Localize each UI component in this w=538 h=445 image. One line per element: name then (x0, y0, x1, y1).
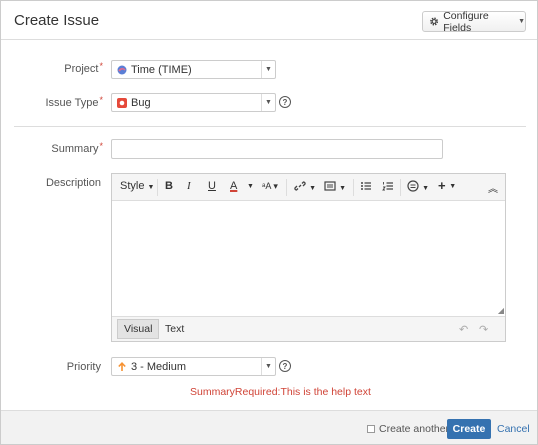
dialog-footer: Create another Create Cancel (1, 410, 537, 444)
chevron-down-icon[interactable]: ▼ (261, 94, 275, 111)
link-icon[interactable]: ▼ (294, 180, 316, 195)
redo-icon[interactable]: ↷ (479, 323, 488, 336)
chevron-down-icon[interactable]: ▼ (261, 61, 275, 78)
tab-visual[interactable]: Visual (117, 319, 160, 339)
priority-select-value: 3 - Medium (131, 360, 187, 373)
bold-button[interactable]: B (165, 180, 173, 192)
priority-select[interactable]: 3 - Medium ▼ (111, 357, 276, 376)
underline-button[interactable]: U (208, 180, 216, 192)
issue-type-select-value: Bug (131, 96, 151, 109)
priority-label: Priority (66, 361, 101, 373)
create-another-label: Create another (379, 423, 450, 435)
arrow-up-icon (118, 361, 126, 371)
project-label-text: Project (64, 63, 99, 75)
dialog-header: Create Issue Configure Fields ▼ (1, 1, 537, 40)
issue-type-label: Issue Type* (21, 95, 103, 109)
editor-toolbar: Style ▼ B I U A ▼ ᵃA ▾ ▼ ▼ ▼ + ▼ ︽ (112, 174, 505, 201)
issue-type-select[interactable]: Bug ▼ (111, 93, 276, 112)
bug-icon (117, 97, 127, 108)
project-label: Project* (21, 61, 103, 75)
configure-fields-label: Configure Fields (443, 9, 489, 34)
resize-handle-icon[interactable]: ◢ (498, 306, 504, 315)
collapse-toolbar-icon[interactable]: ︽ (488, 180, 498, 195)
summary-label: Summary* (21, 141, 103, 155)
italic-button[interactable]: I (187, 180, 191, 192)
issue-type-label-text: Issue Type (45, 97, 99, 109)
required-marker: * (99, 141, 103, 151)
description-editor: Style ▼ B I U A ▼ ᵃA ▾ ▼ ▼ ▼ + ▼ ︽ ◢ Vis… (111, 173, 506, 342)
editor-mode-bar: Visual Text ↶ ↷ (112, 316, 505, 341)
create-another-checkbox[interactable] (367, 425, 375, 433)
toolbar-separator (353, 179, 354, 196)
create-another-option[interactable]: Create another (367, 423, 449, 435)
tab-text[interactable]: Text (159, 319, 190, 339)
chevron-down-icon[interactable]: ▼ (247, 183, 254, 190)
chevron-down-icon: ▼ (518, 18, 525, 25)
project-select-value: Time (TIME) (131, 63, 192, 76)
required-marker: * (99, 95, 103, 105)
summary-input[interactable] (111, 139, 443, 159)
undo-icon[interactable]: ↶ (459, 323, 468, 336)
toolbar-separator (400, 179, 401, 196)
dialog-title: Create Issue (14, 12, 100, 29)
gear-icon (430, 17, 439, 26)
insert-more-icon[interactable]: + ▼ (438, 178, 456, 193)
description-label: Description (45, 177, 101, 189)
summary-label-text: Summary (51, 143, 99, 155)
cancel-link[interactable]: Cancel (497, 423, 530, 435)
chevron-down-icon[interactable]: ▼ (261, 358, 275, 375)
help-icon[interactable]: ? (279, 96, 291, 108)
chevron-down-icon: ▼ (147, 184, 155, 191)
numbered-list-icon[interactable] (382, 180, 394, 195)
toolbar-separator (157, 179, 158, 196)
description-textarea[interactable]: ◢ (112, 201, 505, 316)
emoticon-icon[interactable]: ▼ (407, 180, 429, 195)
text-effects-icon[interactable]: ᵃA ▾ (262, 181, 278, 192)
divider (14, 126, 526, 127)
project-avatar-icon (117, 65, 127, 74)
text-color-button[interactable]: A (230, 180, 237, 192)
style-dropdown-label: Style (120, 180, 145, 192)
bullet-list-icon[interactable] (360, 180, 372, 195)
toolbar-separator (286, 179, 287, 196)
configure-fields-button[interactable]: Configure Fields ▼ (422, 9, 526, 34)
create-button[interactable]: Create (447, 419, 491, 439)
project-select[interactable]: Time (TIME) ▼ (111, 60, 276, 79)
create-issue-dialog: Create Issue Configure Fields ▼ Project*… (0, 0, 538, 445)
style-dropdown[interactable]: Style ▼ (120, 180, 154, 192)
required-marker: * (99, 61, 103, 71)
help-text-message: SummaryRequired:This is the help text (190, 386, 371, 398)
help-icon[interactable]: ? (279, 360, 291, 372)
attachment-icon[interactable]: ▼ (324, 180, 346, 195)
